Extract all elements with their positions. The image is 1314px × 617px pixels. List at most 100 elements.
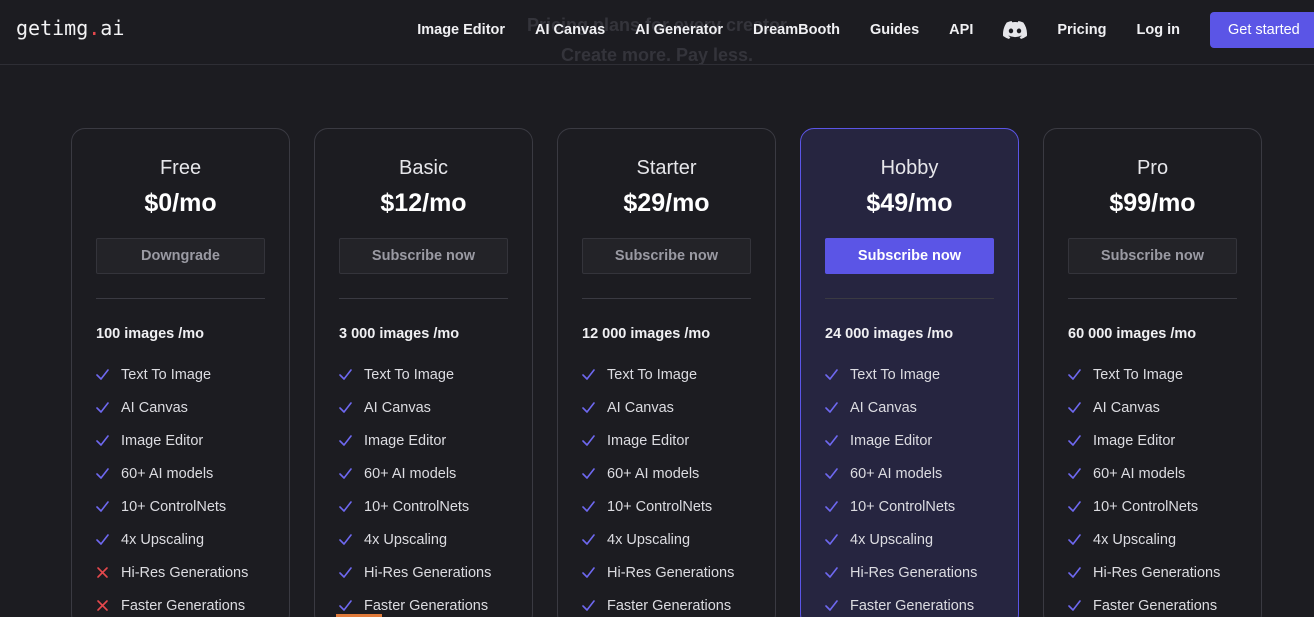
feature-label: Image Editor — [850, 432, 933, 449]
plan-price: $29/mo — [623, 189, 710, 217]
image-quota: 12 000 images /mo — [582, 326, 711, 342]
check-icon — [825, 599, 838, 612]
check-icon — [339, 467, 352, 480]
nav-image-editor[interactable]: Image Editor — [417, 22, 505, 38]
logo-prefix: getimg — [16, 16, 89, 40]
nav-guides[interactable]: Guides — [870, 22, 919, 38]
check-icon — [582, 467, 595, 480]
check-icon — [96, 467, 109, 480]
feature-item: Image Editor — [1068, 424, 1220, 457]
feature-label: AI Canvas — [607, 399, 674, 416]
check-icon — [96, 401, 109, 414]
subscribe-button[interactable]: Subscribe now — [339, 238, 508, 274]
image-quota: 100 images /mo — [96, 326, 204, 342]
feature-item: Text To Image — [339, 358, 491, 391]
downgrade-button[interactable]: Downgrade — [96, 238, 265, 274]
feature-label: 10+ ControlNets — [121, 498, 227, 515]
feature-item: Text To Image — [582, 358, 734, 391]
feature-item: AI Canvas — [96, 391, 248, 424]
plan-card-pro: Pro $99/mo Subscribe now 60 000 images /mo T… — [1043, 128, 1262, 617]
feature-item: Faster Generations — [582, 589, 734, 617]
feature-label: Faster Generations — [364, 597, 489, 614]
check-icon — [1068, 533, 1081, 546]
plan-price: $49/mo — [866, 189, 953, 217]
feature-label: Image Editor — [364, 432, 447, 449]
feature-item: Faster Generations — [339, 589, 491, 617]
feature-list: Text To Image AI Canvas Image Editor 60+ AI… — [96, 358, 248, 617]
nav-ai-generator[interactable]: AI Generator — [635, 22, 723, 38]
feature-label: Text To Image — [607, 366, 698, 383]
plan-card-starter: Starter $29/mo Subscribe now 12 000 images … — [557, 128, 776, 617]
feature-list: Text To Image AI Canvas Image Editor 60+ AI… — [582, 358, 734, 617]
feature-label: 4x Upscaling — [1093, 531, 1177, 548]
logo-suffix: ai — [100, 16, 125, 40]
image-quota: 24 000 images /mo — [825, 326, 954, 342]
check-icon — [825, 368, 838, 381]
feature-label: 10+ ControlNets — [607, 498, 713, 515]
feature-label: Image Editor — [1093, 432, 1176, 449]
check-icon — [1068, 368, 1081, 381]
check-icon — [96, 368, 109, 381]
plan-card-hobby: Hobby $49/mo Subscribe now 24 000 images /m… — [800, 128, 1019, 617]
feature-item: 4x Upscaling — [582, 523, 734, 556]
divider — [96, 298, 265, 299]
feature-item: Image Editor — [339, 424, 491, 457]
feature-item: Faster Generations — [825, 589, 977, 617]
logo[interactable]: getimg.ai — [16, 16, 124, 40]
check-icon — [339, 599, 352, 612]
feature-item: Image Editor — [825, 424, 977, 457]
plan-name: Free — [159, 157, 202, 179]
check-icon — [339, 566, 352, 579]
nav-dreambooth[interactable]: DreamBooth — [753, 22, 840, 38]
feature-label: 60+ AI models — [121, 465, 214, 482]
feature-list: Text To Image AI Canvas Image Editor 60+ AI… — [825, 358, 977, 617]
get-started-button[interactable]: Get started — [1210, 12, 1314, 48]
feature-label: AI Canvas — [121, 399, 188, 416]
check-icon — [96, 533, 109, 546]
feature-item: AI Canvas — [582, 391, 734, 424]
subscribe-button[interactable]: Subscribe now — [582, 238, 751, 274]
feature-label: 10+ ControlNets — [364, 498, 470, 515]
feature-label: 4x Upscaling — [850, 531, 934, 548]
discord-icon[interactable] — [1003, 21, 1028, 39]
check-icon — [1068, 467, 1081, 480]
check-icon — [825, 500, 838, 513]
nav-api[interactable]: API — [949, 22, 973, 38]
nav-login[interactable]: Log in — [1137, 22, 1181, 38]
check-icon — [96, 434, 109, 447]
feature-label: Text To Image — [850, 366, 941, 383]
divider — [582, 298, 751, 299]
check-icon — [825, 533, 838, 546]
feature-label: AI Canvas — [1093, 399, 1160, 416]
feature-item: Faster Generations — [1068, 589, 1220, 617]
check-icon — [825, 434, 838, 447]
image-quota: 60 000 images /mo — [1068, 326, 1197, 342]
feature-item: 60+ AI models — [339, 457, 491, 490]
feature-label: 60+ AI models — [607, 465, 700, 482]
feature-item: AI Canvas — [339, 391, 491, 424]
check-icon — [825, 467, 838, 480]
check-icon — [96, 500, 109, 513]
check-icon — [582, 368, 595, 381]
check-icon — [1068, 434, 1081, 447]
plan-price: $99/mo — [1109, 189, 1196, 217]
feature-label: Hi-Res Generations — [1093, 564, 1221, 581]
feature-item: 4x Upscaling — [339, 523, 491, 556]
plan-card-basic: Basic $12/mo Subscribe now 3 000 images /mo… — [314, 128, 533, 617]
feature-item: 60+ AI models — [1068, 457, 1220, 490]
feature-label: Image Editor — [607, 432, 690, 449]
feature-label: AI Canvas — [364, 399, 431, 416]
feature-item: 10+ ControlNets — [339, 490, 491, 523]
feature-item: 60+ AI models — [96, 457, 248, 490]
feature-item: Hi-Res Generations — [96, 556, 248, 589]
divider — [1068, 298, 1237, 299]
subscribe-button[interactable]: Subscribe now — [825, 238, 994, 274]
divider — [825, 298, 994, 299]
feature-label: Faster Generations — [121, 597, 246, 614]
feature-item: AI Canvas — [1068, 391, 1220, 424]
nav-pricing[interactable]: Pricing — [1057, 22, 1106, 38]
divider — [339, 298, 508, 299]
subscribe-button[interactable]: Subscribe now — [1068, 238, 1237, 274]
feature-item: Text To Image — [825, 358, 977, 391]
nav-ai-canvas[interactable]: AI Canvas — [535, 22, 605, 38]
